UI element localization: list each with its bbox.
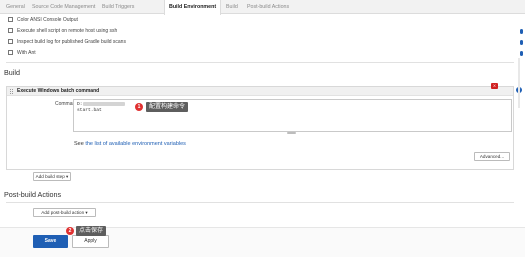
- checkbox[interactable]: [8, 50, 13, 56]
- add-post-build-action-button[interactable]: Add post-build action ▾: [33, 208, 96, 217]
- tab-source-code-management[interactable]: Source Code Management: [32, 0, 95, 14]
- option-remote-ssh[interactable]: Execute shell script on remote host usin…: [8, 27, 117, 36]
- env-vars-link[interactable]: the list of available environment variab…: [85, 141, 186, 147]
- apply-button[interactable]: Apply: [72, 235, 109, 248]
- drag-handle-icon[interactable]: [10, 89, 13, 94]
- build-section-title: Build: [4, 68, 20, 77]
- post-build-section-title: Post-build Actions: [4, 190, 62, 199]
- annotation-tooltip: 配置构建命令: [146, 102, 189, 112]
- section-divider: [6, 202, 514, 203]
- help-icon[interactable]: [520, 29, 523, 34]
- help-icon[interactable]: [520, 51, 523, 56]
- config-tab-bar: General Source Code Management Build Tri…: [0, 0, 525, 15]
- env-vars-hint: See the list of available environment va…: [74, 141, 186, 147]
- option-color-ansi[interactable]: Color ANSI Console Output: [8, 16, 78, 25]
- command-line: D:: [77, 102, 83, 107]
- annotation-badge: 2: [66, 227, 74, 235]
- checkbox[interactable]: [8, 17, 13, 23]
- advanced-button[interactable]: Advanced...: [474, 152, 510, 161]
- textarea-resize-grip[interactable]: [287, 132, 296, 134]
- option-label: Color ANSI Console Output: [17, 17, 78, 23]
- scrollbar[interactable]: [518, 58, 520, 108]
- option-label: Inspect build log for published Gradle b…: [17, 39, 126, 45]
- delete-step-button[interactable]: X: [491, 83, 498, 89]
- annotation-badge: 1: [135, 103, 143, 111]
- option-label: Execute shell script on remote host usin…: [17, 28, 118, 34]
- option-label: With Ant: [17, 50, 36, 56]
- checkbox[interactable]: [8, 39, 13, 45]
- tab-build-triggers[interactable]: Build Triggers: [102, 0, 134, 14]
- add-build-step-button[interactable]: Add build step ▾: [33, 172, 71, 181]
- build-step-title: Execute Windows batch command: [17, 88, 100, 94]
- env-hint-prefix: See: [74, 141, 86, 147]
- help-icon[interactable]: [520, 40, 523, 45]
- annotation-tooltip: 点击保存: [76, 226, 107, 236]
- option-with-ant[interactable]: With Ant: [8, 49, 36, 58]
- section-divider: [6, 62, 514, 63]
- checkbox[interactable]: [8, 28, 13, 34]
- tab-general[interactable]: General: [6, 0, 25, 14]
- tab-post-build-actions[interactable]: Post-build Actions: [247, 0, 289, 14]
- command-line: start.bat: [77, 108, 102, 113]
- build-step-header: Execute Windows batch command X: [7, 83, 513, 96]
- save-button[interactable]: Save: [33, 235, 68, 248]
- tab-build[interactable]: Build: [226, 0, 238, 14]
- tab-build-environment[interactable]: Build Environment: [164, 0, 222, 15]
- redacted-text: [83, 102, 125, 106]
- option-gradle-scans[interactable]: Inspect build log for published Gradle b…: [8, 38, 126, 47]
